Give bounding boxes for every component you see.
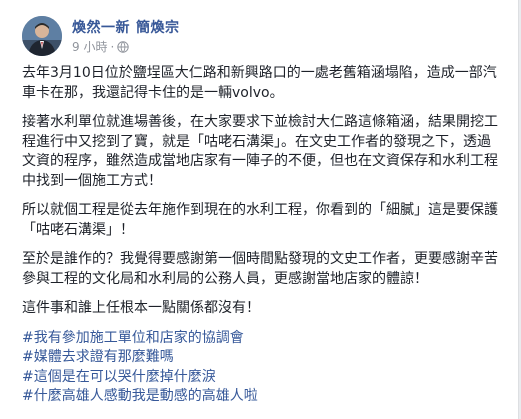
hashtag-link[interactable]: #媒體去求證有那麼難嗎 xyxy=(22,348,502,368)
post-body: 去年3月10日位於鹽埕區大仁路和新興路口的一處老舊箱涵塌陷，造成一部汽車卡在那，… xyxy=(22,64,502,407)
meta-separator: · xyxy=(110,40,115,54)
post-card: 煥然一新 簡煥宗 9 小時 · 去年3月10日位於鹽埕區大仁路和新興路口的一處老舊箱… xyxy=(0,0,519,419)
avatar-photo xyxy=(22,16,62,56)
globe-icon[interactable] xyxy=(117,41,129,53)
post-paragraph: 至於是誰作的？我覺得要感謝第一個時間點發現的文史工作者，更要感謝辛苦參與工程的文… xyxy=(22,251,498,287)
post-paragraph: 所以就個工程是從去年施作到現在的水利工程，你看到的「細膩」這是要保護「咕咾石溝渠… xyxy=(22,202,498,238)
author-line: 煥然一新 簡煥宗 xyxy=(72,17,180,37)
hashtag-link[interactable]: #什麼高雄人感動我是動感的高雄人啦 xyxy=(22,387,502,407)
post-meta: 9 小時 · xyxy=(72,38,129,55)
author-name-link[interactable]: 簡煥宗 xyxy=(136,20,180,36)
post-paragraph: 去年3月10日位於鹽埕區大仁路和新興路口的一處老舊箱涵塌陷，造成一部汽車卡在那，… xyxy=(22,65,497,101)
hashtag-link[interactable]: #我有參加施工單位和店家的協調會 xyxy=(22,329,502,349)
post-timestamp[interactable]: 9 小時 xyxy=(72,40,107,54)
hashtag-list: #我有參加施工單位和店家的協調會 #媒體去求證有那麼難嗎 #這個是在可以哭什麼掉… xyxy=(22,329,502,407)
post-paragraph: 接著水利單位就進場善後，在大家要求下並檢討大仁路這條箱涵，結果開挖工程進行中又挖… xyxy=(22,114,498,189)
hashtag-link[interactable]: #這個是在可以哭什麼掉什麼淚 xyxy=(22,368,502,388)
avatar[interactable] xyxy=(22,16,62,56)
author-page-link[interactable]: 煥然一新 xyxy=(72,20,130,36)
post-paragraph: 這件事和誰上任根本一點關係都沒有！ xyxy=(22,300,260,316)
